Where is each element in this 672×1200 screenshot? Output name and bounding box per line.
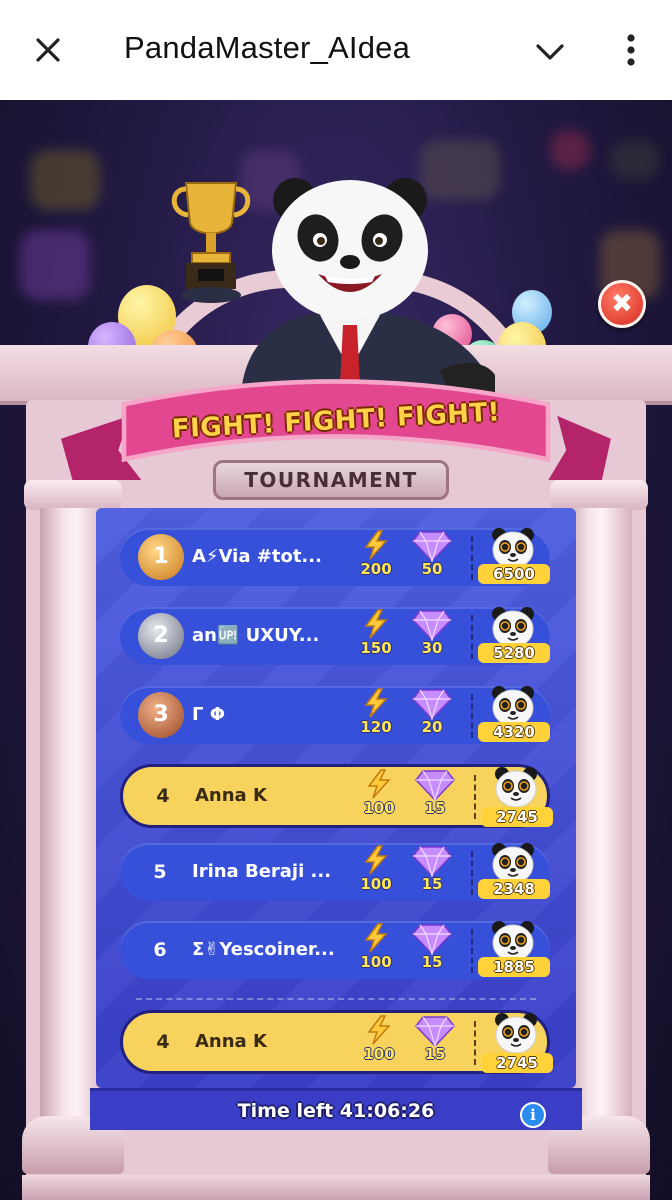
player-name: Γ Φ bbox=[192, 704, 226, 725]
gem-reward: 20 bbox=[421, 718, 443, 736]
tournament-scene: ✖ FIGHT! FIGHT! FIGHT! TOURNAMENT 1 A⚡Via… bbox=[0, 100, 672, 1200]
gem-icon bbox=[412, 689, 452, 720]
separator bbox=[136, 998, 536, 1000]
app-bar: PandaMaster_AIdea bbox=[0, 0, 672, 100]
gem-icon bbox=[412, 610, 452, 641]
panda-avatar-icon bbox=[495, 1013, 537, 1054]
divider bbox=[474, 775, 476, 819]
more-vertical-icon[interactable] bbox=[614, 28, 648, 72]
leaderboard-row[interactable]: 3 Γ Φ 120 20 4320 bbox=[120, 686, 550, 744]
player-name: A⚡Via #tot... bbox=[192, 546, 322, 567]
player-name: Anna K bbox=[195, 785, 267, 806]
divider bbox=[471, 851, 473, 895]
bolt-reward: 100 bbox=[360, 953, 392, 971]
leaderboard-row[interactable]: 4 Anna K 100 15 2745 bbox=[120, 764, 553, 828]
gem-reward: 15 bbox=[424, 799, 446, 817]
lightning-icon bbox=[364, 609, 388, 639]
bolt-reward: 120 bbox=[360, 718, 392, 736]
close-icon: ✖ bbox=[611, 289, 633, 319]
player-name: Irina Beraji ... bbox=[192, 861, 332, 882]
gem-icon bbox=[412, 846, 452, 877]
gem-reward: 30 bbox=[421, 639, 443, 657]
leaderboard-row[interactable]: 6 Σ✌Yescoiner... 100 15 1885 bbox=[120, 921, 550, 979]
divider bbox=[471, 615, 473, 659]
leaderboard-row[interactable]: 2 an🆙 UXUY... 150 30 5280 bbox=[120, 607, 550, 665]
rank-number: 1 bbox=[153, 544, 169, 569]
gem-reward: 15 bbox=[421, 953, 443, 971]
bolt-reward: 100 bbox=[360, 875, 392, 893]
lightning-icon bbox=[364, 845, 388, 875]
divider bbox=[474, 1021, 476, 1065]
rank-number: 2 bbox=[153, 623, 169, 648]
trophy-icon bbox=[171, 182, 251, 303]
rank-medal-icon: 2 bbox=[138, 613, 184, 659]
gem-icon bbox=[412, 924, 452, 955]
app-title: PandaMaster_AIdea bbox=[124, 30, 411, 65]
gem-reward: 50 bbox=[421, 560, 443, 578]
lightning-icon bbox=[364, 688, 388, 718]
player-score: 4320 bbox=[478, 722, 550, 742]
gem-icon bbox=[415, 770, 455, 801]
panda-avatar-icon bbox=[495, 767, 537, 808]
player-name: Σ✌Yescoiner... bbox=[192, 939, 335, 960]
player-name: an🆙 UXUY... bbox=[192, 625, 320, 646]
bolt-reward: 150 bbox=[360, 639, 392, 657]
divider bbox=[471, 536, 473, 580]
player-score: 1885 bbox=[478, 957, 550, 977]
rank-number: 5 bbox=[153, 861, 167, 883]
gem-reward: 15 bbox=[421, 875, 443, 893]
leaderboard-row[interactable]: 5 Irina Beraji ... 100 15 2348 bbox=[120, 843, 550, 901]
bolt-reward: 100 bbox=[363, 1045, 395, 1063]
lightning-icon bbox=[367, 1015, 391, 1045]
close-button[interactable]: ✖ bbox=[598, 280, 646, 328]
player-score: 6500 bbox=[478, 564, 550, 584]
player-score: 5280 bbox=[478, 643, 550, 663]
close-icon[interactable] bbox=[26, 28, 70, 72]
player-score: 2348 bbox=[478, 879, 550, 899]
rank-number: 4 bbox=[156, 1031, 170, 1053]
divider bbox=[471, 929, 473, 973]
bolt-reward: 200 bbox=[360, 560, 392, 578]
leaderboard-row[interactable]: 1 A⚡Via #tot... 200 50 6500 bbox=[120, 528, 550, 586]
gem-reward: 15 bbox=[424, 1045, 446, 1063]
lightning-icon bbox=[364, 530, 388, 560]
tournament-label: TOURNAMENT bbox=[213, 460, 449, 500]
player-score: 2745 bbox=[481, 807, 553, 827]
rank-number: 6 bbox=[153, 939, 167, 961]
rank-medal-icon: 1 bbox=[138, 534, 184, 580]
chevron-down-icon[interactable] bbox=[528, 30, 572, 74]
time-left: Time left 41:06:26 bbox=[237, 1100, 435, 1122]
building-base bbox=[22, 1175, 650, 1200]
gem-icon bbox=[415, 1016, 455, 1047]
lightning-icon bbox=[367, 769, 391, 799]
rank-number: 4 bbox=[156, 785, 170, 807]
player-name: Anna K bbox=[195, 1031, 267, 1052]
rank-medal-icon: 3 bbox=[138, 692, 184, 738]
player-score: 2745 bbox=[481, 1053, 553, 1073]
lightning-icon bbox=[364, 923, 388, 953]
bolt-reward: 100 bbox=[363, 799, 395, 817]
current-player-row[interactable]: 4 Anna K 100 15 2745 bbox=[120, 1010, 553, 1074]
rank-number: 3 bbox=[153, 702, 169, 727]
info-icon[interactable]: i bbox=[520, 1102, 546, 1128]
gem-icon bbox=[412, 531, 452, 562]
divider bbox=[471, 694, 473, 738]
